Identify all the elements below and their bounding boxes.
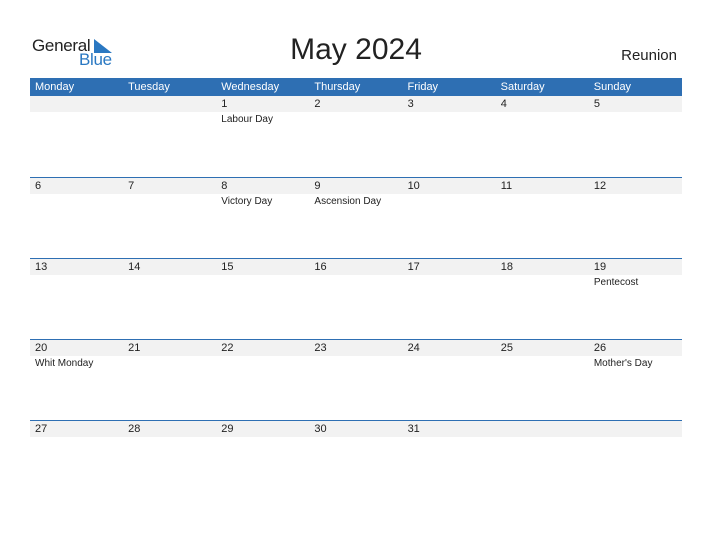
day-number: 26 (593, 342, 607, 354)
day-number: 29 (221, 423, 234, 435)
holiday-label: Pentecost (593, 277, 639, 288)
weekday-saturday: Saturday (500, 81, 545, 93)
day-cell: 19 Pentecost (589, 259, 682, 339)
day-cell (123, 96, 216, 176)
weekday-monday: Monday (35, 81, 75, 93)
day-cell: 20 Whit Monday (30, 340, 123, 420)
week-row: 27 28 29 30 31 (30, 420, 682, 502)
day-cell: 10 (403, 178, 496, 258)
weekday-wednesday: Wednesday (221, 81, 280, 93)
holiday-label: Ascension Day (314, 196, 382, 207)
weekday-tuesday: Tuesday (128, 81, 170, 93)
day-number: 27 (35, 423, 48, 435)
week-row: 1 Labour Day 2 3 4 5 (30, 96, 682, 177)
day-cell (589, 421, 682, 501)
day-cell: 22 (216, 340, 309, 420)
day-cell: 23 (309, 340, 402, 420)
day-number: 1 (221, 98, 228, 110)
day-number: 31 (407, 423, 420, 435)
day-number: 18 (500, 261, 513, 273)
day-number: 3 (407, 98, 414, 110)
day-cell (30, 96, 123, 176)
day-number: 4 (500, 98, 507, 110)
day-cell: 9 Ascension Day (309, 178, 402, 258)
day-number: 9 (314, 180, 321, 192)
day-cell: 18 (496, 259, 589, 339)
day-cell: 13 (30, 259, 123, 339)
day-number: 15 (221, 261, 234, 273)
day-cell: 24 (403, 340, 496, 420)
week-row: 13 14 15 16 17 18 19 Pentecost (30, 258, 682, 340)
day-number: 25 (500, 342, 513, 354)
day-number: 28 (128, 423, 141, 435)
day-number: 6 (35, 180, 42, 192)
day-cell: 16 (309, 259, 402, 339)
day-cell: 6 (30, 178, 123, 258)
day-cell: 26 Mother's Day (589, 340, 682, 420)
calendar-title: May 2024 (290, 33, 422, 66)
day-cell: 12 (589, 178, 682, 258)
day-cell: 30 (309, 421, 402, 501)
day-number: 24 (407, 342, 420, 354)
day-cell: 4 (496, 96, 589, 176)
holiday-label: Labour Day (221, 114, 273, 125)
day-number: 7 (128, 180, 135, 192)
week-row: 6 7 8 Victory Day 9 Ascension Day 10 11 12 (30, 177, 682, 259)
day-number: 19 (593, 261, 607, 273)
country-label: Reunion (621, 47, 677, 64)
day-number: 14 (128, 261, 141, 273)
day-cell: 3 (403, 96, 496, 176)
day-cell: 1 Labour Day (216, 96, 309, 176)
day-number: 11 (500, 180, 513, 192)
day-cell: 25 (496, 340, 589, 420)
holiday-label: Victory Day (221, 196, 273, 207)
day-cell: 29 (216, 421, 309, 501)
day-cell: 31 (403, 421, 496, 501)
day-cell: 21 (123, 340, 216, 420)
day-number: 21 (128, 342, 141, 354)
day-number: 30 (314, 423, 327, 435)
day-cell: 11 (496, 178, 589, 258)
weekday-thursday: Thursday (314, 81, 361, 93)
day-number: 17 (407, 261, 420, 273)
day-cell: 28 (123, 421, 216, 501)
day-number: 13 (35, 261, 48, 273)
day-number: 5 (593, 98, 600, 110)
day-cell (496, 421, 589, 501)
day-cell: 2 (309, 96, 402, 176)
holiday-label: Whit Monday (35, 358, 94, 369)
weekday-sunday: Sunday (593, 81, 632, 93)
holiday-label: Mother's Day (593, 358, 653, 369)
day-cell: 27 (30, 421, 123, 501)
week-row: 20 Whit Monday 21 22 23 24 25 26 Mother's Day (30, 339, 682, 421)
day-number: 12 (593, 180, 607, 192)
day-number: 8 (221, 180, 228, 192)
day-cell: 8 Victory Day (216, 178, 309, 258)
weekday-friday: Friday (407, 81, 439, 93)
day-number: 10 (407, 180, 420, 192)
day-number: 22 (221, 342, 234, 354)
day-number: 23 (314, 342, 327, 354)
day-cell: 15 (216, 259, 309, 339)
day-cell: 5 (589, 96, 682, 176)
day-number: 20 (35, 342, 48, 354)
day-cell: 7 (123, 178, 216, 258)
day-cell: 17 (403, 259, 496, 339)
weekday-header: Monday Tuesday Wednesday Thursday Friday… (30, 78, 682, 96)
day-number: 16 (314, 261, 327, 273)
day-cell: 14 (123, 259, 216, 339)
day-number: 2 (314, 98, 321, 110)
